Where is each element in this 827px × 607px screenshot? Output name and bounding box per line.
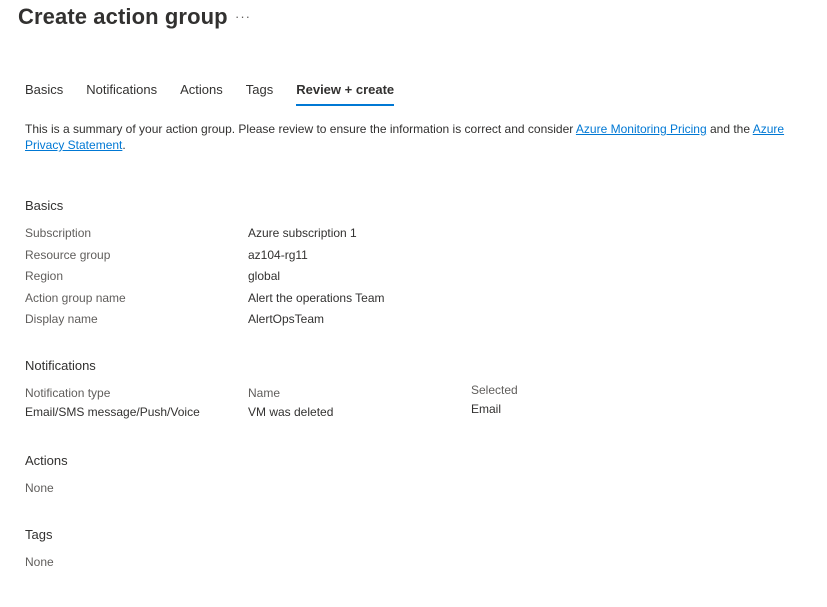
subscription-value: Azure subscription 1 xyxy=(248,226,357,240)
region-label: Region xyxy=(25,269,64,283)
notification-type-value: Email/SMS message/Push/Voice xyxy=(25,405,200,419)
azure-monitoring-pricing-link[interactable]: Azure Monitoring Pricing xyxy=(576,122,707,136)
summary-text-before: This is a summary of your action group. … xyxy=(25,122,576,136)
actions-value: None xyxy=(25,481,54,495)
display-name-label: Display name xyxy=(25,312,98,326)
tab-notifications[interactable]: Notifications xyxy=(86,82,157,104)
notification-selected-column-header: Selected xyxy=(471,383,518,397)
notification-name-value: VM was deleted xyxy=(248,405,334,419)
summary-text-after: . xyxy=(122,138,126,152)
display-name-value: AlertOpsTeam xyxy=(248,312,325,326)
resource-group-value: az104-rg11 xyxy=(248,248,308,262)
tab-actions[interactable]: Actions xyxy=(180,82,223,104)
resource-group-label: Resource group xyxy=(25,248,111,262)
action-group-name-label: Action group name xyxy=(25,291,126,305)
wizard-tabs: Basics Notifications Actions Tags Review… xyxy=(25,82,417,108)
notification-selected-value: Email xyxy=(471,402,502,416)
actions-heading: Actions xyxy=(25,453,68,468)
action-group-name-value: Alert the operations Team xyxy=(248,291,385,305)
subscription-label: Subscription xyxy=(25,226,92,240)
tags-value: None xyxy=(25,555,54,569)
summary-text-middle: and the xyxy=(706,122,753,136)
more-options-icon[interactable]: ··· xyxy=(235,9,251,24)
notification-type-column-header: Notification type xyxy=(25,386,111,400)
tab-review-create[interactable]: Review + create xyxy=(296,82,395,106)
page-title: Create action group xyxy=(18,4,228,29)
region-value: global xyxy=(248,269,281,283)
tab-tags[interactable]: Tags xyxy=(246,82,273,104)
summary-text: This is a summary of your action group. … xyxy=(25,121,815,153)
notifications-heading: Notifications xyxy=(25,358,96,373)
review-create-page: Create action group ··· Basics Notificat… xyxy=(0,0,827,607)
basics-heading: Basics xyxy=(25,198,64,213)
tab-basics[interactable]: Basics xyxy=(25,82,63,104)
tags-heading: Tags xyxy=(25,527,53,542)
notification-name-column-header: Name xyxy=(248,386,281,400)
